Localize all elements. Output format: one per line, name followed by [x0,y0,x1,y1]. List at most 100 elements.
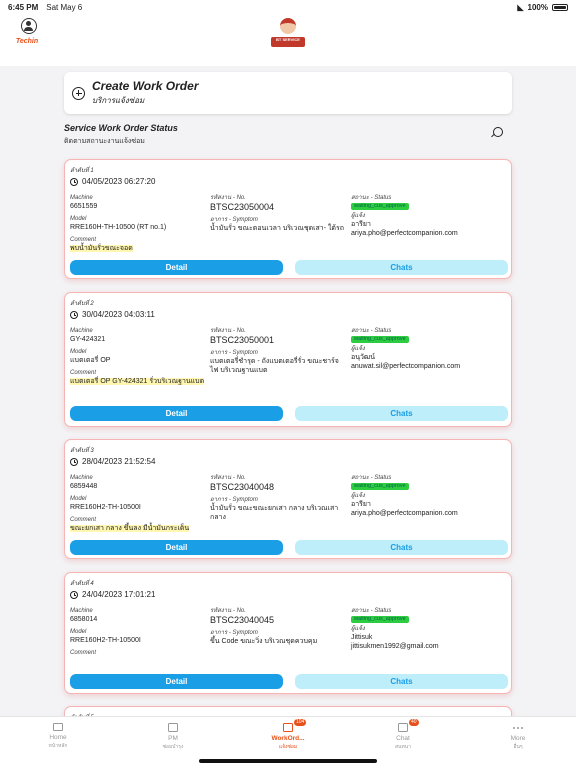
status-bar: 6:45 PM Sat May 6 ◣ 100% [0,0,576,14]
machine-value: 6651559 [70,203,98,210]
logo-text: BT SERVICE [271,37,305,47]
tab-workorder[interactable]: 104 WorkOrd... แจ้งซ่อม [258,719,318,751]
clock-icon [70,590,78,599]
tab-label: PM [168,735,178,742]
model-value: แบตเตอรี่ OP [70,357,111,364]
detail-button[interactable]: Detail [70,406,283,421]
machine-value: 6859448 [70,483,98,490]
chats-button[interactable]: Chats [295,406,508,421]
status-label: สถานะ - Status [351,475,392,481]
reporter-label: ผู้แจ้ง [351,346,365,352]
tab-label: Home [49,734,67,741]
order-datetime: 04/05/2023 06:27:20 [70,177,155,186]
machine-column: Machine GY-424321 Model แบตเตอรี่ OP Com… [70,327,210,386]
reporter-label: ผู้แจ้ง [351,213,365,219]
order-seq: ลำดับที่ 4 [70,581,94,587]
detail-button[interactable]: Detail [70,674,283,689]
tab-pm[interactable]: PM ซ่อมบำรุง [143,723,203,751]
status-date: Sat May 6 [46,2,83,12]
clock-icon [70,310,78,319]
model-value: RRE160H2-TH-10500I [70,504,141,511]
order-number: BTSC23040045 [210,615,275,625]
comment-value: พบน้ำมันรั่วขณะจอด [70,245,133,252]
tab-more[interactable]: More อื่นๆ [488,723,548,751]
order-datetime: 30/04/2023 04:03:11 [70,310,155,319]
status-label: สถานะ - Status [351,608,392,614]
work-order-card: ลำดับที่ 1 04/05/2023 06:27:20 Machine 6… [64,159,512,279]
status-column: สถานะ - Status waiting_cus_approve ผู้แจ… [351,327,507,371]
chats-button[interactable]: Chats [295,540,508,555]
create-title: Create Work Order [92,79,199,93]
work-order-card: ลำดับที่ 2 30/04/2023 04:03:11 Machine G… [64,292,512,427]
create-work-order-button[interactable]: Create Work Order บริการแจ้งซ่อม [64,72,512,114]
detail-button[interactable]: Detail [70,260,283,275]
detail-button[interactable]: Detail [70,540,283,555]
model-label: Model [70,349,87,355]
symptom-label: อาการ - Symptom [210,217,258,223]
section-subtitle: ติดตามสถานะงานแจ้งซ่อม [64,138,145,145]
status-time: 6:45 PM [8,2,39,12]
comment-label: Comment [70,517,97,523]
clipboard-icon [283,723,293,732]
machine-column: Machine 6651559 Model RRE160H-TH-10500 (… [70,194,210,253]
symptom-value: น้ำมันรั่ว ขณะขณะยกเสา กลาง บริเวณเสากลา… [210,505,339,521]
status-column: สถานะ - Status waiting_cus_approve ผู้แจ… [351,474,507,518]
clock-icon [70,457,78,466]
app-header: Techin BT SERVICE [0,14,576,66]
no-label: รหัสงาน - No. [210,328,246,334]
clock-icon [70,177,78,186]
symptom-label: อาการ - Symptom [210,350,258,356]
model-label: Model [70,216,87,222]
machine-value: 6858014 [70,616,98,623]
chats-button[interactable]: Chats [295,674,508,689]
user-icon [21,18,37,34]
comment-label: Comment [70,370,97,376]
work-order-card: ลำดับที่ 4 24/04/2023 17:01:21 Machine 6… [64,572,512,694]
machine-label: Machine [70,475,93,481]
symptom-value: ขึ้น Code ขณะวิ่ง บริเวณชุดควบคุม [210,638,318,645]
chat-icon [398,723,408,732]
comment-label: Comment [70,237,97,243]
model-label: Model [70,496,87,502]
machine-column: Machine 6859448 Model RRE160H2-TH-10500I… [70,474,210,533]
chats-button[interactable]: Chats [295,260,508,275]
no-label: รหัสงาน - No. [210,195,246,201]
search-icon[interactable] [493,127,503,137]
tab-sublabel: หน้าหลัก [48,743,68,749]
reporter-email: ariya.pho@perfectcompanion.com [351,510,458,517]
profile-button[interactable]: Techin [14,18,44,45]
status-badge: waiting_cus_approve [351,616,409,623]
reporter-label: ผู้แจ้ง [351,626,365,632]
comment-value: แบตเตอรี่ OP GY-424321 รั่วบริเวณฐานแบต [70,378,205,385]
app-logo: BT SERVICE [271,18,305,58]
order-seq: ลำดับที่ 1 [70,168,94,174]
machine-label: Machine [70,328,93,334]
battery-icon [552,3,568,11]
machine-value: GY-424321 [70,336,106,343]
datetime-text: 28/04/2023 21:52:54 [82,457,156,466]
tab-label: WorkOrd... [271,735,305,742]
status-label: สถานะ - Status [351,195,392,201]
order-seq: ลำดับที่ 2 [70,301,94,307]
status-label: สถานะ - Status [351,328,392,334]
tab-home[interactable]: Home หน้าหลัก [28,723,88,750]
user-name: Techin [15,38,39,45]
home-icon [53,723,63,731]
no-label: รหัสงาน - No. [210,608,246,614]
section-title: Service Work Order Status [64,123,178,133]
order-number: BTSC23050001 [210,335,275,345]
status-column: สถานะ - Status waiting_cus_approve ผู้แจ… [351,194,507,238]
plus-circle-icon [72,86,85,100]
status-badge: waiting_cus_approve [351,336,409,343]
tab-chat[interactable]: 40 Chat สนทนา [373,719,433,751]
comment-value: ขณะยกเสา กลาง ขึ้นลง มีน้ำมันกระเด็น [70,525,190,532]
status-badge: waiting_cus_approve [351,483,409,490]
reporter-name: อนุวัฒน์ [351,354,376,361]
datetime-text: 04/05/2023 06:27:20 [82,177,156,186]
wifi-icon: ◣ [517,2,524,12]
workorder-badge: 104 [294,719,307,726]
no-label: รหัสงาน - No. [210,475,246,481]
job-column: รหัสงาน - No. BTSC23040045 อาการ - Sympt… [210,607,347,646]
tab-sublabel: ซ่อมบำรุง [162,744,184,750]
more-icon [513,723,523,732]
